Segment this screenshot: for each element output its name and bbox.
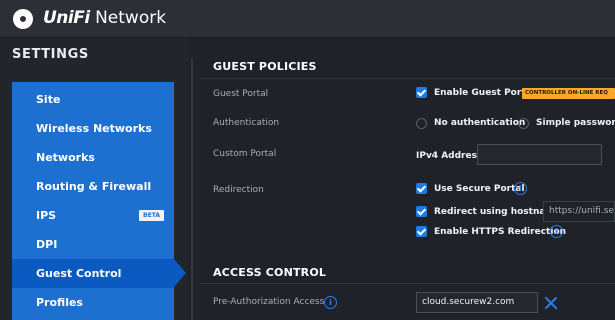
brand-unifi: UniFi — [43, 8, 90, 28]
sidebar-menu: Site Wireless Networks Networks Routing … — [12, 82, 186, 320]
sidebar-item-site[interactable]: Site — [12, 85, 174, 114]
top-bar: UniFi Network — [0, 0, 615, 38]
info-icon[interactable]: i — [550, 225, 563, 238]
no-authentication-label: No authentication — [434, 118, 526, 128]
use-secure-portal-checkbox[interactable] — [416, 183, 427, 194]
guest-portal-label: Guest Portal — [213, 89, 269, 99]
sidebar-item-networks[interactable]: Networks — [12, 143, 174, 172]
unifi-logo-icon[interactable] — [13, 9, 33, 29]
simple-password-radio[interactable] — [518, 118, 529, 129]
section-divider — [200, 78, 615, 79]
beta-badge: BETA — [139, 210, 164, 221]
no-authentication-radio[interactable] — [416, 118, 427, 129]
redirection-label: Redirection — [213, 185, 264, 195]
remove-entry-icon[interactable] — [544, 296, 558, 310]
info-icon[interactable]: i — [324, 296, 337, 309]
sidebar-item-guest-control[interactable]: Guest Control — [12, 259, 186, 288]
section-divider — [200, 283, 615, 284]
https-redirection-checkbox[interactable] — [416, 226, 427, 237]
ipv4-address-input[interactable] — [477, 144, 602, 165]
sidebar-item-ips[interactable]: IPS BETA — [12, 201, 174, 230]
redirect-hostname-label: Redirect using hostname — [434, 207, 561, 217]
guest-control-panel: GUEST POLICIES Guest Portal Enable Guest… — [200, 38, 615, 320]
hostname-input[interactable]: https://unifi.sec — [543, 201, 615, 222]
authentication-label: Authentication — [213, 118, 280, 128]
pre-authorization-label: Pre-Authorization Access — [213, 297, 325, 307]
custom-portal-label: Custom Portal — [213, 149, 277, 159]
info-icon[interactable]: i — [514, 182, 527, 195]
enable-guest-portal-checkbox[interactable] — [416, 87, 427, 98]
sidebar-item-dpi[interactable]: DPI — [12, 230, 174, 259]
app-title: UniFi Network — [43, 8, 166, 28]
panel-divider — [191, 58, 193, 320]
ipv4-address-label: IPv4 Address — [416, 151, 483, 161]
guest-policies-title: GUEST POLICIES — [213, 60, 317, 73]
enable-guest-portal-label: Enable Guest Portal — [434, 88, 535, 98]
redirect-hostname-checkbox[interactable] — [416, 206, 427, 217]
sidebar-title: SETTINGS — [12, 47, 89, 62]
sidebar-item-label: IPS — [36, 209, 57, 222]
use-secure-portal-label: Use Secure Portal — [434, 184, 525, 194]
brand-network: Network — [89, 8, 167, 28]
simple-password-label: Simple password — [536, 118, 615, 128]
settings-sidebar: SETTINGS Site Wireless Networks Networks… — [0, 38, 188, 320]
sidebar-item-profiles[interactable]: Profiles — [12, 288, 174, 317]
https-redirection-label: Enable HTTPS Redirection — [434, 227, 567, 237]
access-control-title: ACCESS CONTROL — [213, 266, 327, 279]
controller-online-badge: CONTROLLER ON-LINE REQ — [522, 88, 615, 99]
sidebar-item-routing-firewall[interactable]: Routing & Firewall — [12, 172, 174, 201]
pre-authorization-input[interactable]: cloud.securew2.com — [416, 292, 538, 313]
sidebar-item-wireless-networks[interactable]: Wireless Networks — [12, 114, 174, 143]
